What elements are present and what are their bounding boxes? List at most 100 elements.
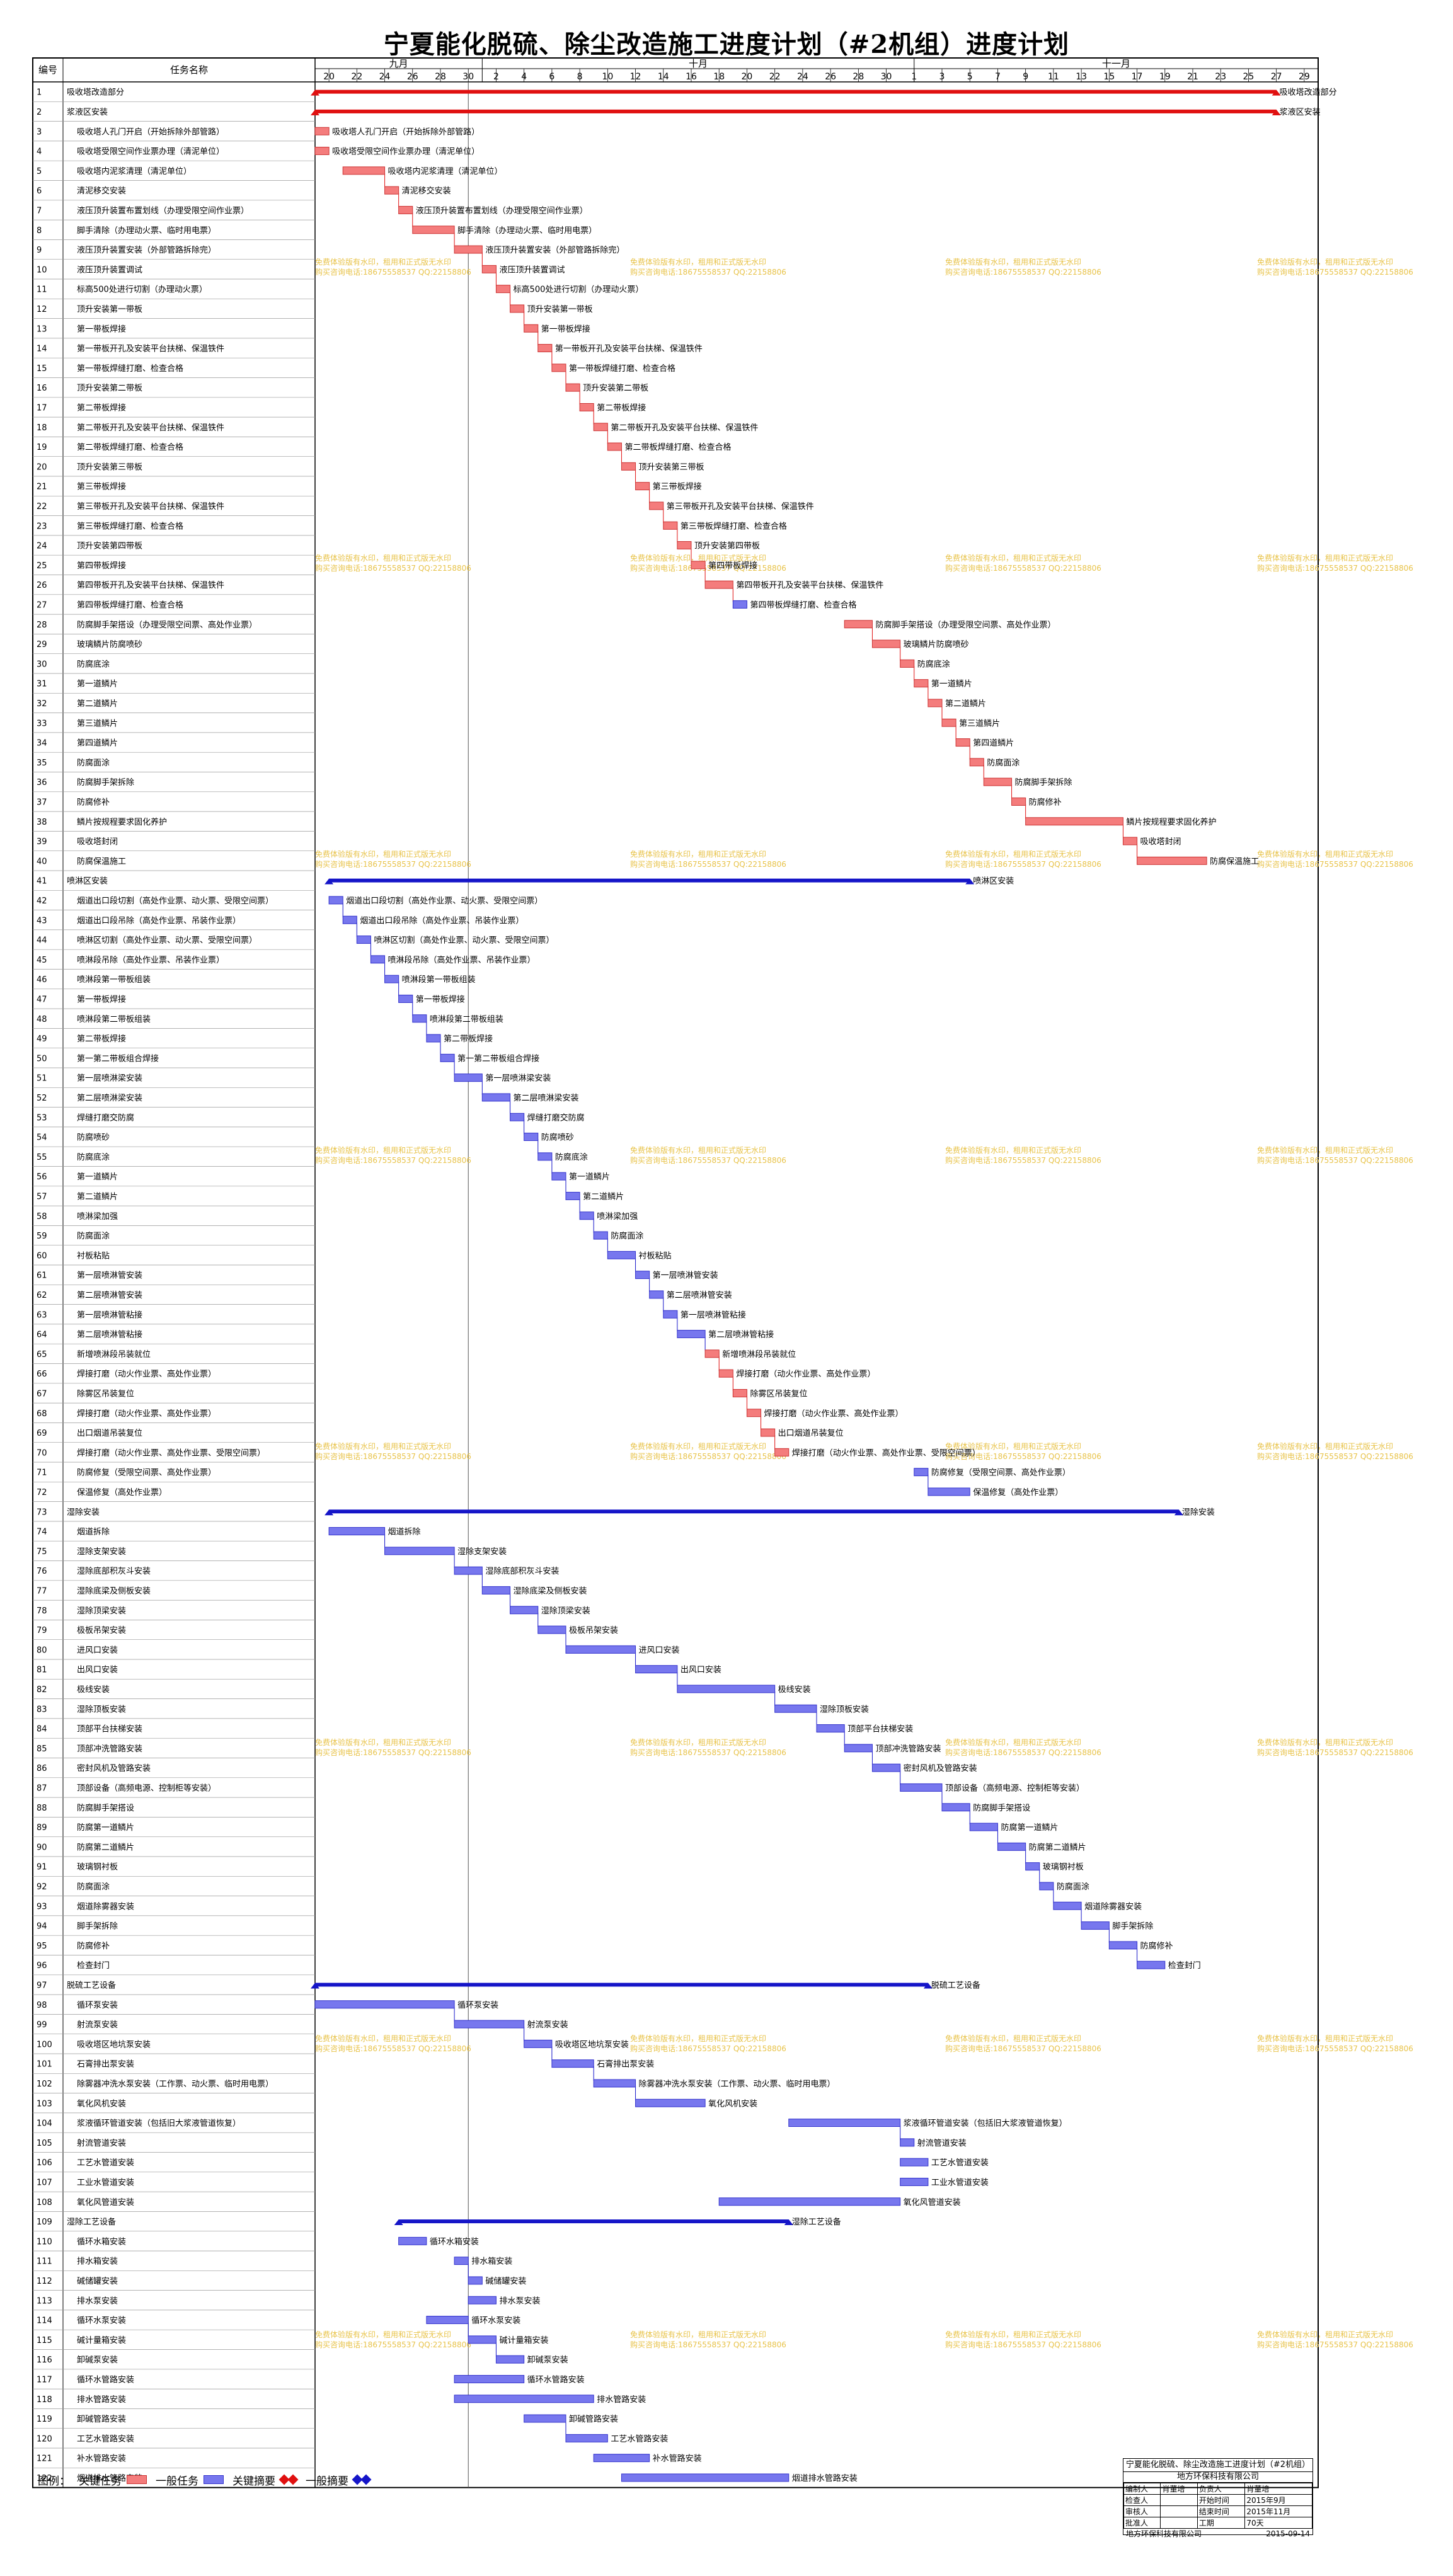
task-bar-label: 烟道出口段吊除（高处作业票、吊装作业票） — [360, 915, 524, 925]
task-name: 第一带板开孔及安装平台扶梯、保温铁件 — [77, 345, 224, 354]
row-id: 72 — [37, 1488, 47, 1497]
watermark-text: 免费体验版有水印，租用和正式版无水印 — [945, 1145, 1081, 1155]
task-bar-label: 防腐面涂 — [611, 1231, 643, 1241]
day-label: 29 — [1299, 72, 1310, 82]
row-id: 85 — [37, 1744, 47, 1754]
task-bar — [398, 205, 413, 214]
row-id: 19 — [37, 443, 47, 452]
row-id: 15 — [37, 364, 47, 374]
task-bar — [621, 2473, 790, 2482]
task-name: 第一带板焊接 — [77, 324, 126, 334]
task-name: 防腐修补 — [77, 1941, 110, 1951]
task-name: 工艺水管路安装 — [77, 2434, 134, 2444]
watermark-text: 免费体验版有水印，租用和正式版无水印 — [945, 849, 1081, 859]
task-bar-label: 玻璃鳞片防腐喷砂 — [904, 639, 969, 650]
task-bar — [704, 580, 733, 589]
watermark-text: 购买咨询电话:18675558537 QQ:22158806 — [315, 1451, 471, 1461]
task-name: 除雾器冲洗水泵安装（工作票、动火票、临时用电票） — [77, 2080, 273, 2089]
task-bar-label: 标高500处进行切割（办理动火票） — [514, 285, 644, 295]
watermark-text: 购买咨询电话:18675558537 QQ:22158806 — [315, 267, 471, 277]
task-bar-label: 第三道鳞片 — [959, 719, 1000, 728]
task-bar-label: 防腐面涂 — [1057, 1882, 1089, 1892]
info-cell: 审核人 — [1123, 2505, 1161, 2517]
task-name: 吸收塔区地坑泵安装 — [77, 2040, 151, 2049]
task-name: 防腐脚手架搭设（办理受限空间票、高处作业票） — [77, 620, 257, 630]
summary-name: 喷淋区安装 — [67, 877, 108, 886]
task-name: 除雾区吊装复位 — [77, 1389, 134, 1399]
row-id: 5 — [37, 167, 42, 176]
row-id: 61 — [37, 1271, 47, 1281]
row-id: 74 — [37, 1528, 47, 1537]
legend-normal-summary-label: 一般摘要 — [306, 2475, 348, 2488]
task-bar — [788, 2119, 901, 2127]
watermark-text: 免费体验版有水印，租用和正式版无水印 — [315, 1441, 451, 1451]
row-id: 88 — [37, 1804, 47, 1813]
watermark-text: 免费体验版有水印，租用和正式版无水印 — [630, 257, 766, 266]
task-bar — [914, 679, 929, 688]
task-bar — [983, 777, 1013, 786]
task-name: 顶升安装第二带板 — [77, 384, 142, 393]
task-bar — [1137, 856, 1207, 865]
watermark-text: 免费体验版有水印，租用和正式版无水印 — [945, 257, 1081, 266]
task-bar — [1011, 797, 1026, 806]
task-bar — [774, 1704, 817, 1713]
row-id: 86 — [37, 1764, 47, 1773]
task-bar-label: 浆液循环管道安装（包括旧大浆液管道恢复） — [904, 2119, 1067, 2129]
row-id: 117 — [37, 2375, 52, 2384]
row-id: 120 — [37, 2434, 52, 2444]
task-name: 防腐喷砂 — [77, 1133, 110, 1143]
task-name: 第二带板焊缝打磨、检查合格 — [77, 442, 183, 452]
task-bar — [537, 1152, 553, 1161]
task-bar-label: 顶部设备（高频电源、控制柜等安装） — [945, 1783, 1084, 1793]
task-bar-label: 防腐第二道鳞片 — [1029, 1842, 1086, 1852]
task-bar-label: 防腐脚手架搭设 — [973, 1803, 1030, 1813]
task-bar — [468, 2276, 483, 2285]
day-label: 2 — [493, 72, 499, 82]
row-id: 39 — [37, 837, 47, 847]
row-id: 92 — [37, 1882, 47, 1892]
task-bar — [537, 344, 553, 353]
task-name: 顶升安装第四带板 — [77, 542, 142, 551]
row-id: 110 — [37, 2237, 52, 2247]
legend-normal-task-swatch — [204, 2475, 224, 2484]
task-bar-label: 工业水管道安装 — [931, 2178, 989, 2187]
task-name: 排水箱安装 — [77, 2257, 118, 2267]
task-bar-label: 第三带板开孔及安装平台扶梯、保温铁件 — [667, 502, 814, 512]
row-id: 58 — [37, 1212, 47, 1222]
row-id: 20 — [37, 462, 47, 472]
task-bar — [510, 1606, 539, 1615]
task-bar-label: 喷淋区安装 — [973, 877, 1014, 886]
row-id: 26 — [37, 581, 47, 590]
task-name: 第二层喷淋管安装 — [77, 1291, 142, 1300]
watermark-text: 免费体验版有水印，租用和正式版无水印 — [630, 1145, 766, 1155]
task-bar-label: 循环水泵安装 — [471, 2316, 520, 2326]
task-bar-label: 第一第二带板组合焊接 — [457, 1053, 539, 1063]
task-name: 烟道出口段切割（高处作业票、动火票、受限空间票） — [77, 896, 273, 906]
task-bar — [704, 1349, 720, 1358]
day-label: 22 — [351, 72, 362, 82]
task-name: 焊接打磨（动火作业票、高处作业票、受限空间票） — [77, 1448, 265, 1458]
day-label: 16 — [686, 72, 697, 82]
row-id: 53 — [37, 1113, 47, 1123]
task-bar-label: 第二带板焊接 — [597, 403, 646, 413]
task-bar — [997, 1842, 1026, 1851]
task-bar — [314, 147, 330, 156]
watermark-text: 购买咨询电话:18675558537 QQ:22158806 — [1257, 563, 1413, 573]
task-name: 第二带板开孔及安装平台扶梯、保温铁件 — [77, 423, 224, 433]
task-name: 喷淋段第一带板组装 — [77, 975, 151, 985]
task-name: 第一层喷淋管安装 — [77, 1271, 142, 1281]
watermark-text: 购买咨询电话:18675558537 QQ:22158806 — [630, 2044, 786, 2053]
task-bar — [481, 1093, 511, 1102]
task-name: 第一带板焊缝打磨、检查合格 — [77, 364, 183, 374]
row-id: 27 — [37, 600, 47, 610]
summary-bar — [315, 89, 1277, 94]
info-cell: 肖董培 — [1244, 2483, 1312, 2495]
task-bar-label: 湿除底梁及侧板安装 — [514, 1586, 587, 1596]
task-bar — [495, 2355, 525, 2364]
row-id: 91 — [37, 1863, 47, 1872]
task-name: 出风口安装 — [77, 1666, 118, 1675]
info-title: 宁夏能化脱硫、除尘改造施工进度计划（#2机组） — [1123, 2459, 1312, 2472]
legend-crit-summary: 关键摘要 — [233, 2472, 299, 2488]
task-name: 湿除底部积灰斗安装 — [77, 1566, 151, 1576]
row-id: 43 — [37, 916, 47, 925]
